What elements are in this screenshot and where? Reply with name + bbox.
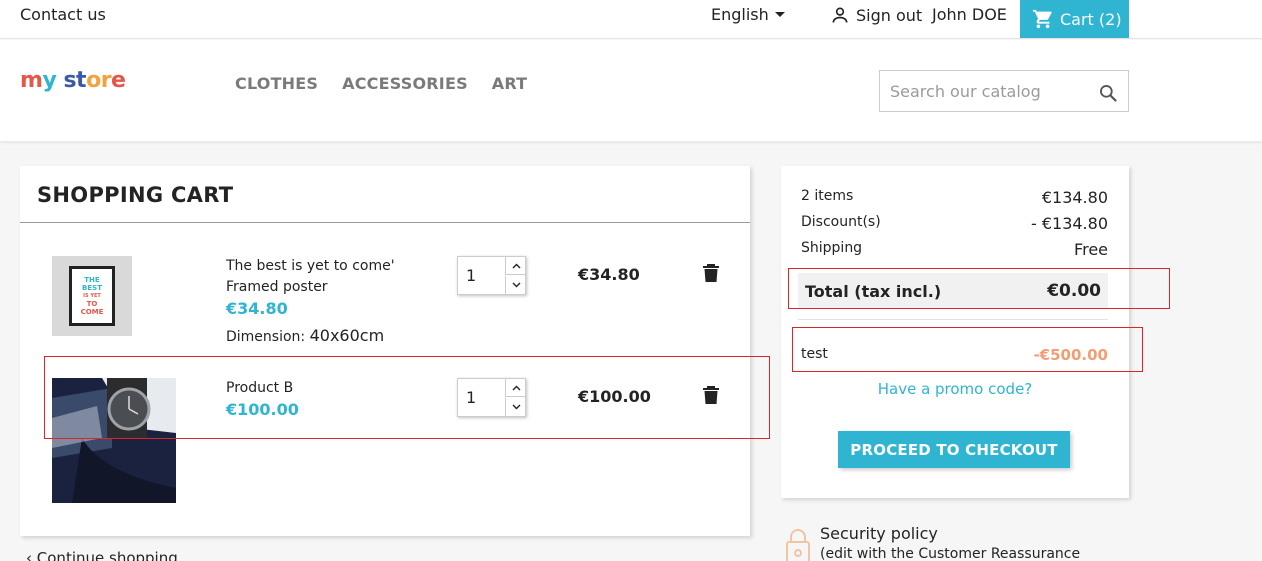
- chevron-left-icon: ‹: [26, 549, 37, 561]
- highlight-box-product-b: [44, 356, 770, 439]
- continue-shopping-link[interactable]: ‹ Continue shopping: [26, 549, 178, 561]
- search-input[interactable]: [890, 71, 1095, 111]
- site-header: my store CLOTHES ACCESSORIES ART: [0, 40, 1262, 141]
- nav-accessories[interactable]: ACCESSORIES: [342, 74, 468, 93]
- main-nav: CLOTHES ACCESSORIES ART: [235, 74, 527, 93]
- promo-code-link[interactable]: Have a promo code?: [781, 380, 1129, 398]
- language-selector[interactable]: English: [711, 5, 785, 24]
- highlight-box-total: [788, 268, 1170, 309]
- shipping-label: Shipping: [801, 240, 863, 256]
- quantity-down-button[interactable]: [505, 276, 526, 294]
- sign-out-link[interactable]: Sign out: [830, 5, 922, 25]
- cart-divider: [20, 222, 750, 223]
- items-subtotal: €134.80: [1041, 188, 1108, 207]
- store-logo[interactable]: my store: [20, 68, 126, 93]
- language-label: English: [711, 5, 769, 24]
- cart-button[interactable]: Cart (2): [1020, 0, 1129, 38]
- highlight-box-voucher: [792, 327, 1143, 372]
- sign-out-label: Sign out: [856, 5, 923, 25]
- search-icon[interactable]: [1098, 83, 1118, 103]
- product-name-poster[interactable]: The best is yet to come' Framed poster: [226, 256, 395, 298]
- line-total: €34.80: [578, 265, 640, 284]
- security-subtitle: (edit with the Customer Reassurance: [820, 546, 1081, 561]
- proceed-to-checkout-button[interactable]: PROCEED TO CHECKOUT: [838, 431, 1070, 468]
- cart-panel: SHOPPING CART THE BEST IS YET TO COME Th…: [20, 166, 750, 536]
- quantity-up-button[interactable]: [505, 257, 526, 275]
- cart-label: Cart (2): [1060, 9, 1122, 29]
- cart-title: SHOPPING CART: [37, 183, 234, 207]
- chevron-down-icon: [512, 282, 520, 288]
- items-count: 2 items: [801, 188, 854, 204]
- poster-image: THE BEST IS YET TO COME: [69, 266, 115, 326]
- lock-icon: [786, 529, 810, 561]
- caret-down-icon: [774, 12, 785, 17]
- product-unit-price: €34.80: [226, 299, 288, 318]
- product-attribute: Dimension: 40x60cm: [226, 326, 385, 345]
- summary-discount-row: Discount(s) - €134.80: [801, 214, 1108, 233]
- security-title: Security policy: [820, 524, 938, 543]
- quantity-input[interactable]: [458, 257, 505, 294]
- shipping-value: Free: [1074, 240, 1108, 259]
- trash-icon[interactable]: [702, 263, 720, 283]
- quantity-stepper: [457, 256, 526, 295]
- shopping-cart-icon: [1032, 9, 1052, 29]
- discount-value: - €134.80: [1030, 214, 1108, 233]
- discount-label: Discount(s): [801, 214, 881, 230]
- summary-separator: [798, 319, 1108, 320]
- contact-us-link[interactable]: Contact us: [20, 5, 106, 24]
- summary-shipping-row: Shipping Free: [801, 240, 1108, 259]
- nav-clothes[interactable]: CLOTHES: [235, 74, 318, 93]
- user-icon: [832, 7, 848, 23]
- summary-items-row: 2 items €134.80: [801, 188, 1108, 207]
- chevron-up-icon: [512, 263, 520, 268]
- nav-art[interactable]: ART: [492, 74, 528, 93]
- account-link[interactable]: John DOE: [932, 5, 1007, 24]
- top-bar: Contact us English Sign out John DOE Car…: [0, 0, 1262, 39]
- product-thumbnail-poster[interactable]: THE BEST IS YET TO COME: [52, 256, 132, 336]
- search-box: [879, 70, 1129, 112]
